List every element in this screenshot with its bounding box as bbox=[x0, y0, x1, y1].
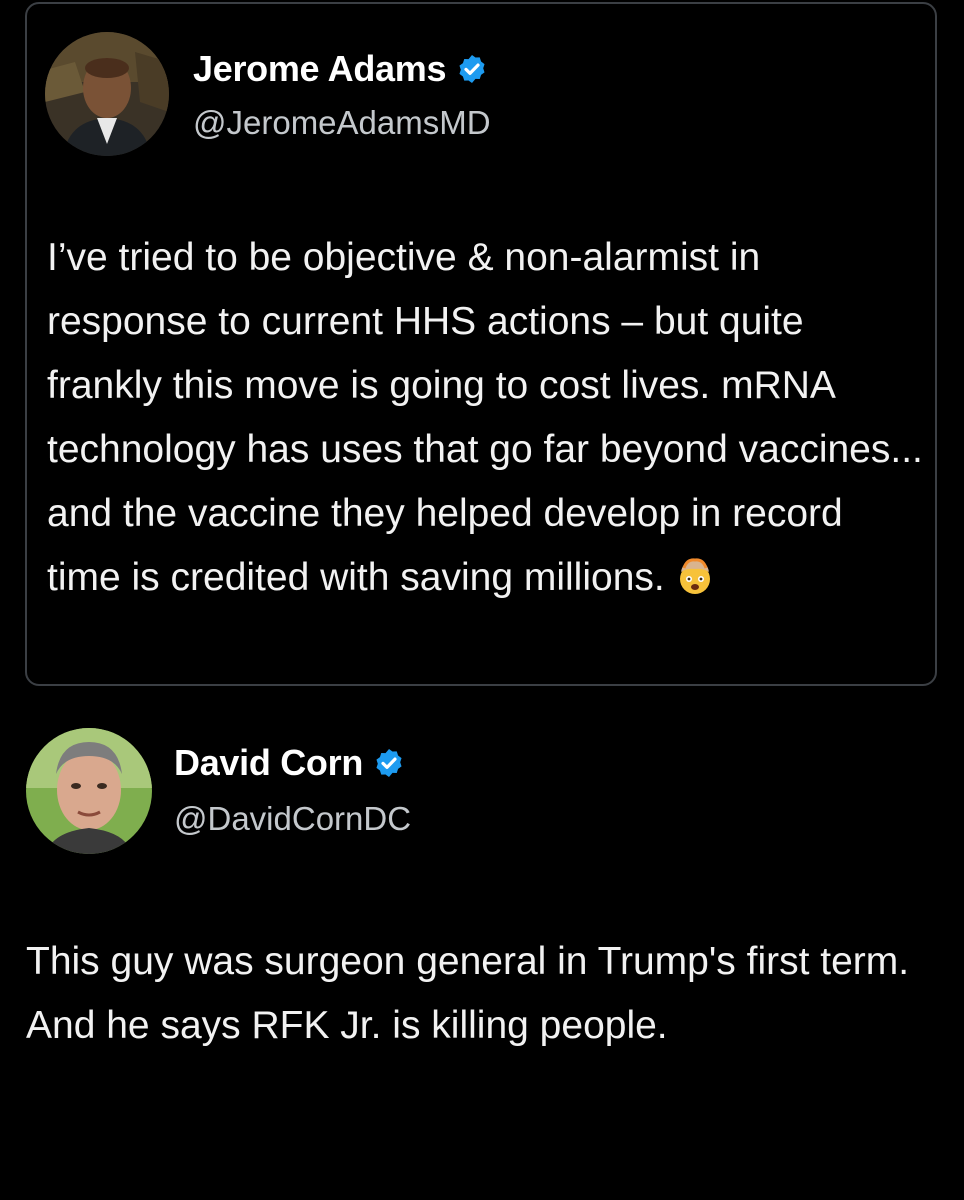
quoted-tweet-card[interactable]: Jerome Adams @JeromeAdamsMD I’ve tried t… bbox=[25, 2, 937, 686]
quoted-author-name-row[interactable]: Jerome Adams bbox=[193, 48, 488, 90]
avatar-image bbox=[26, 728, 152, 854]
david-corn-avatar[interactable] bbox=[26, 728, 152, 854]
verified-badge-icon bbox=[373, 747, 405, 779]
main-tweet-text: This guy was surgeon general in Trump's … bbox=[26, 940, 910, 1047]
exploding-head-icon bbox=[675, 552, 715, 616]
quoted-tweet-body: I’ve tried to be objective & non-alarmis… bbox=[47, 236, 923, 599]
main-author-handle[interactable]: @DavidCornDC bbox=[174, 800, 411, 838]
quoted-tweet-text: I’ve tried to be objective & non-alarmis… bbox=[47, 226, 927, 616]
quoted-author-name[interactable]: Jerome Adams bbox=[193, 48, 446, 90]
main-author-name-row[interactable]: David Corn bbox=[174, 742, 405, 784]
avatar-image bbox=[45, 32, 169, 156]
verified-badge-icon bbox=[456, 53, 488, 85]
jerome-adams-avatar[interactable] bbox=[45, 32, 169, 156]
main-author-name[interactable]: David Corn bbox=[174, 742, 363, 784]
quoted-author-handle[interactable]: @JeromeAdamsMD bbox=[193, 104, 491, 142]
